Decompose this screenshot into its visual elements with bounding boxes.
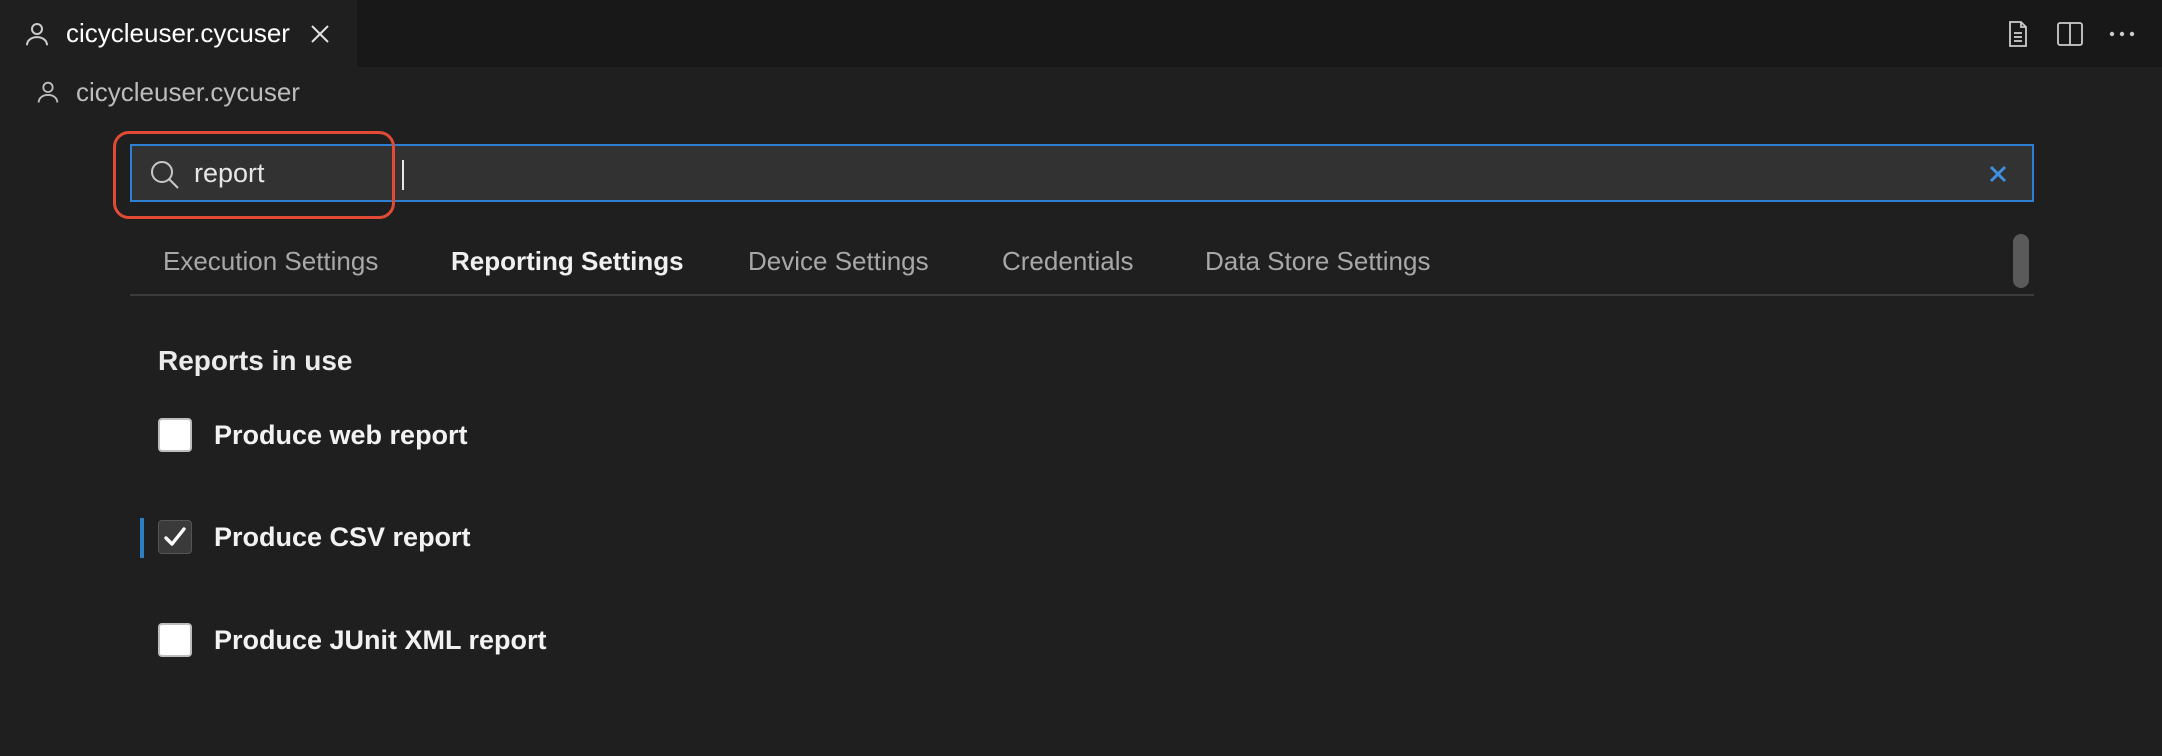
tab-reporting-settings[interactable]: Reporting Settings: [451, 246, 684, 277]
scrollbar-thumb[interactable]: [2013, 234, 2029, 288]
editor-tab-bar: cicycleuser.cycuser: [0, 0, 2162, 67]
editor-tab-title: cicycleuser.cycuser: [66, 18, 290, 48]
clear-search-icon[interactable]: [1984, 160, 2012, 188]
csv-report-checkbox[interactable]: [158, 520, 192, 554]
tab-execution-settings[interactable]: Execution Settings: [163, 246, 378, 277]
breadcrumb-label: cicycleuser.cycuser: [76, 76, 300, 107]
junit-report-checkbox[interactable]: [158, 623, 192, 657]
setting-label: Produce web report: [214, 419, 468, 450]
tab-device-settings[interactable]: Device Settings: [748, 246, 929, 277]
settings-tabs: Execution Settings Reporting Settings De…: [130, 236, 2034, 296]
setting-produce-junit-xml-report: Produce JUnit XML report: [158, 620, 547, 660]
close-icon[interactable]: [306, 20, 334, 48]
person-icon: [26, 22, 48, 45]
more-actions-icon[interactable]: [2106, 18, 2138, 50]
section-title: Reports in use: [158, 345, 353, 376]
editor-tab[interactable]: cicycleuser.cycuser: [0, 0, 357, 67]
person-icon: [37, 81, 59, 103]
setting-produce-csv-report: Produce CSV report: [158, 517, 471, 557]
modified-indicator: [140, 518, 144, 558]
setting-label: Produce CSV report: [214, 521, 471, 552]
settings-search-box[interactable]: [130, 144, 2034, 202]
breadcrumb[interactable]: cicycleuser.cycuser: [34, 72, 300, 112]
tab-credentials[interactable]: Credentials: [1002, 246, 1134, 277]
split-editor-icon[interactable]: [2054, 18, 2086, 50]
search-icon: [148, 158, 182, 192]
setting-produce-web-report: Produce web report: [158, 415, 468, 455]
search-input[interactable]: [194, 152, 1894, 194]
setting-label: Produce JUnit XML report: [214, 624, 547, 655]
tab-data-store-settings[interactable]: Data Store Settings: [1205, 246, 1430, 277]
web-report-checkbox[interactable]: [158, 418, 192, 452]
open-json-icon[interactable]: [2002, 18, 2034, 50]
text-caret: [402, 160, 404, 190]
editor-actions: [2002, 0, 2138, 67]
checkmark-icon: [164, 527, 186, 546]
